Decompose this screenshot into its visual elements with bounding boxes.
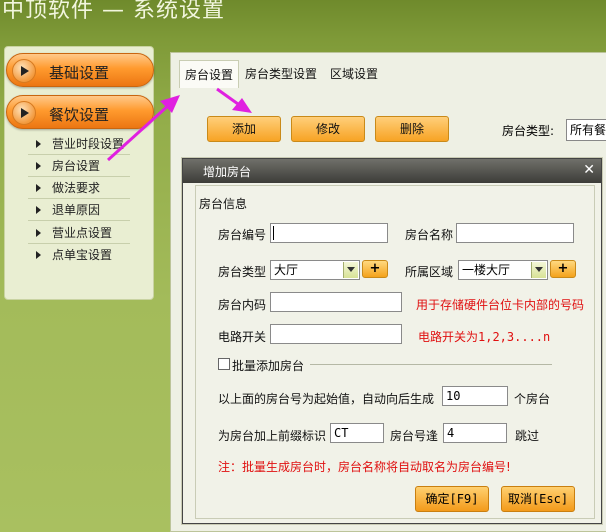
- add-room-type-button[interactable]: +: [362, 260, 388, 278]
- tab-room-type-settings[interactable]: 房台类型设置: [240, 60, 322, 88]
- room-type-filter-label: 房台类型:: [502, 124, 555, 138]
- expand-arrow-icon: [12, 101, 36, 125]
- skip-number-input[interactable]: 4: [443, 423, 507, 443]
- prefix-input[interactable]: CT: [330, 423, 384, 443]
- skip-label: 房台号逢: [390, 429, 439, 443]
- sidebar-main-label: 餐饮设置: [49, 106, 110, 124]
- expand-arrow-icon: [12, 59, 36, 83]
- edit-button[interactable]: 修改: [291, 116, 365, 142]
- bullet-arrow-icon: [36, 140, 41, 148]
- confirm-button[interactable]: 确定[F9]: [415, 486, 489, 512]
- batch-description: 以上面的房台号为起始值，自动向后生成: [218, 392, 435, 406]
- sidebar-item-label: 营业时段设置: [52, 137, 125, 151]
- divider: [28, 243, 130, 244]
- circuit-input[interactable]: [270, 324, 402, 344]
- bullet-arrow-icon: [36, 206, 41, 214]
- bullet-arrow-icon: [36, 229, 41, 237]
- chevron-down-icon[interactable]: [343, 262, 358, 278]
- room-no-label: 房台编号: [218, 228, 267, 242]
- batch-add-label: 批量添加房台: [232, 359, 305, 373]
- room-no-input[interactable]: [270, 223, 388, 243]
- sidebar-item-label: 做法要求: [52, 181, 101, 195]
- add-button[interactable]: 添加: [207, 116, 281, 142]
- room-name-input[interactable]: [456, 223, 574, 243]
- batch-count-input[interactable]: 10: [442, 386, 508, 406]
- room-type-value: 大厅: [274, 263, 299, 277]
- divider: [28, 220, 130, 221]
- bullet-arrow-icon: [36, 184, 41, 192]
- batch-note: 注：批量生成房台时，房台名称将自动取名为房台编号!: [218, 460, 511, 474]
- skip-suffix-label: 跳过: [515, 429, 540, 443]
- tab-room-settings[interactable]: 房台设置: [179, 60, 240, 88]
- room-name-label: 房台名称: [405, 228, 454, 242]
- inner-code-input[interactable]: [270, 292, 402, 312]
- batch-add-checkbox[interactable]: [218, 358, 230, 370]
- divider: [28, 198, 130, 199]
- prefix-label: 为房台加上前缀标识: [218, 429, 327, 443]
- delete-button[interactable]: 删除: [375, 116, 449, 142]
- room-type-select[interactable]: 大厅: [270, 260, 360, 280]
- chevron-down-icon[interactable]: [531, 262, 546, 278]
- sidebar-item-label: 点单宝设置: [52, 248, 113, 262]
- group-title: 房台信息: [199, 197, 248, 211]
- group-divider: [310, 364, 552, 365]
- cancel-button[interactable]: 取消[Esc]: [501, 486, 575, 512]
- close-icon[interactable]: ✕: [583, 162, 595, 178]
- circuit-hint: 电路开关为1,2,3....n: [418, 330, 551, 344]
- area-select[interactable]: 一楼大厅: [458, 260, 548, 280]
- batch-unit-label: 个房台: [514, 392, 551, 406]
- sidebar-item-order-device[interactable]: 点单宝设置: [30, 245, 126, 265]
- bullet-arrow-icon: [36, 251, 41, 259]
- divider: [28, 154, 130, 155]
- sidebar-main-label: 基础设置: [49, 64, 110, 82]
- circuit-label: 电路开关: [218, 330, 267, 344]
- sidebar-item-cooking-requests[interactable]: 做法要求: [30, 178, 126, 198]
- area-label: 所属区域: [405, 265, 454, 279]
- add-area-button[interactable]: +: [550, 260, 576, 278]
- app-title: 中顶软件 — 系统设置: [2, 0, 225, 23]
- sidebar-item-business-hours[interactable]: 营业时段设置: [30, 134, 126, 154]
- room-type-filter-select[interactable]: 所有餐: [566, 119, 606, 141]
- sidebar-item-label: 房台设置: [52, 159, 101, 173]
- inner-code-hint: 用于存储硬件台位卡内部的号码: [416, 298, 585, 312]
- sidebar-catering-settings-button[interactable]: 餐饮设置: [6, 95, 154, 129]
- sidebar-basic-settings-button[interactable]: 基础设置: [6, 53, 154, 87]
- divider: [28, 176, 130, 177]
- bullet-arrow-icon: [36, 162, 41, 170]
- sidebar-item-return-reasons[interactable]: 退单原因: [30, 200, 126, 220]
- sidebar-item-room-settings[interactable]: 房台设置: [30, 156, 126, 176]
- inner-code-label: 房台内码: [218, 298, 267, 312]
- tab-area-settings[interactable]: 区域设置: [325, 60, 383, 88]
- sidebar-item-business-points[interactable]: 营业点设置: [30, 223, 126, 243]
- text-cursor: [273, 226, 274, 240]
- dialog-titlebar: 增加房台 ✕: [183, 159, 601, 183]
- sidebar-item-label: 退单原因: [52, 203, 101, 217]
- sidebar-item-label: 营业点设置: [52, 226, 113, 240]
- area-value: 一楼大厅: [462, 263, 511, 277]
- room-type-label: 房台类型: [218, 265, 267, 279]
- dialog-title: 增加房台: [203, 165, 252, 179]
